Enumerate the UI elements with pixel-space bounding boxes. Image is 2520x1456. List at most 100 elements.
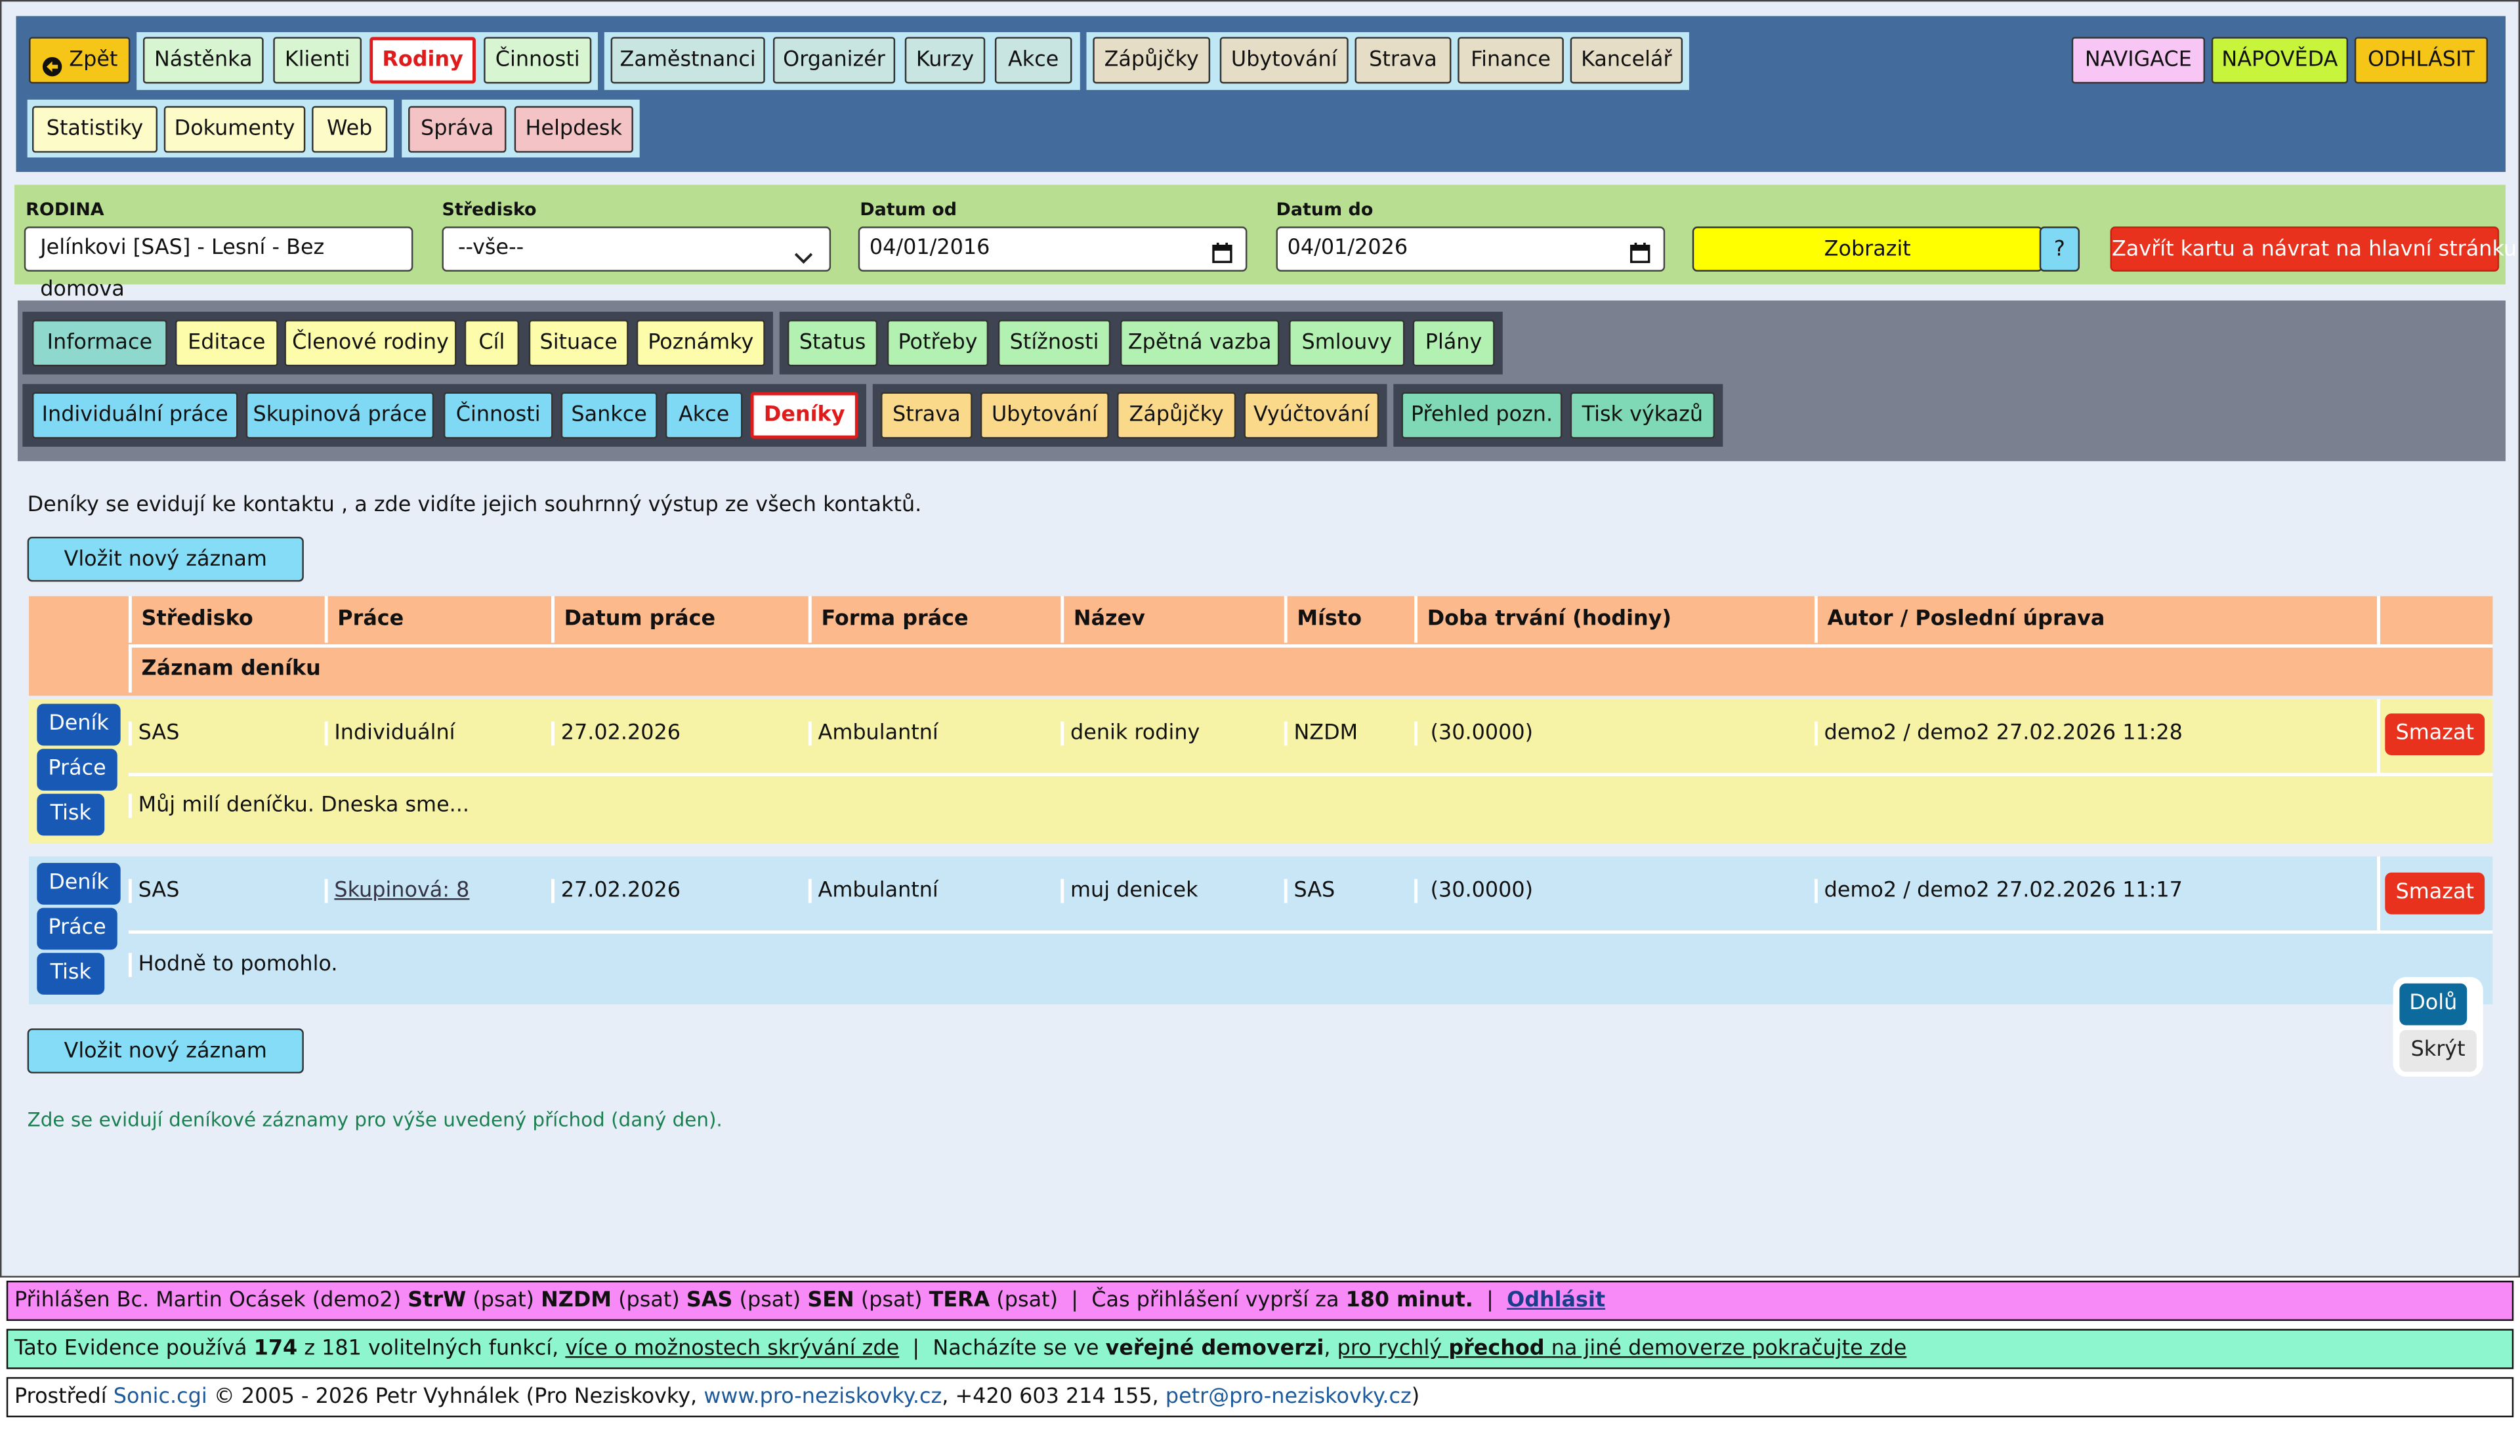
nav-web[interactable]: Web (312, 106, 388, 153)
tab-cil[interactable]: Cíl (464, 320, 520, 367)
tab-prehled-pozn[interactable]: Přehled pozn. (1401, 392, 1563, 439)
th-misto: Místo (1284, 596, 1414, 643)
chevron-down-icon (794, 241, 813, 283)
tab-poznamky[interactable]: Poznámky (636, 320, 765, 367)
rodina-field[interactable]: Jelínkovi [SAS] - Lesní - Bez domova (24, 226, 413, 302)
features-footer: Tato Evidence používá 174 z 181 voliteln… (6, 1329, 2514, 1369)
napoveda-button[interactable]: NÁPOVĚDA (2211, 37, 2348, 84)
help-button[interactable]: ? (2039, 226, 2080, 272)
cell-zaznam: Hodně to pomohlo. (128, 953, 2379, 977)
row-tisk-button[interactable]: Tisk (37, 793, 105, 836)
th-actions (2377, 596, 2492, 646)
tab-plany[interactable]: Plány (1412, 320, 1495, 367)
add-record-button-bottom[interactable]: Vložit nový záznam (27, 1028, 304, 1073)
cell-doba: (30.0000) (1414, 879, 1815, 904)
th-stredisko: Středisko (128, 596, 325, 643)
zobrazit-button[interactable]: Zobrazit (1692, 226, 2043, 272)
delete-button[interactable]: Smazat (2385, 713, 2485, 756)
logout-link[interactable]: Odhlásit (1507, 1289, 1605, 1313)
diary-table: Středisko Práce Datum práce Forma práce … (29, 596, 2493, 1005)
nav-dokumenty[interactable]: Dokumenty (163, 106, 306, 153)
tab-group-services: Strava Ubytování Zápůjčky Vyúčtování (872, 384, 1387, 447)
nav-rodiny[interactable]: Rodiny (369, 37, 476, 84)
stredisko-select[interactable]: --vše-- (442, 226, 831, 272)
features-count: 174 (253, 1337, 298, 1362)
nav-nastenka[interactable]: Nástěnka (142, 37, 264, 84)
tab-stiznosti[interactable]: Stížnosti (998, 320, 1111, 367)
website-link[interactable]: www.pro-neziskovky.cz (704, 1385, 942, 1409)
tabs-panel: Informace Editace Členové rodiny Cíl Sit… (17, 300, 2506, 461)
logged-user: Přihlášen Bc. Martin Ocásek (demo2) (14, 1289, 402, 1313)
scroll-down-button[interactable]: Dolů (2399, 983, 2468, 1026)
sonic-link[interactable]: Sonic.cgi (114, 1385, 207, 1409)
login-footer: Přihlášen Bc. Martin Ocásek (demo2) StrW… (6, 1280, 2514, 1321)
nav-cinnosti[interactable]: Činnosti (484, 37, 592, 84)
nav-zamestnanci[interactable]: Zaměstnanci (610, 37, 765, 84)
tab-smlouvy[interactable]: Smlouvy (1289, 320, 1405, 367)
switch-demo-link[interactable]: pro rychlý přechod na jiné demoverze pok… (1337, 1337, 1907, 1362)
row-denik-button[interactable]: Deník (37, 703, 121, 746)
row-prace-button[interactable]: Práce (37, 749, 117, 791)
tab-deniky[interactable]: Deníky (750, 392, 858, 439)
nav-finance[interactable]: Finance (1458, 37, 1564, 84)
env-text: Prostředí (14, 1385, 107, 1409)
datum-do-field[interactable]: 04/01/2026 (1276, 226, 1666, 272)
row-prace-button[interactable]: Práce (37, 907, 117, 950)
nav-ubytovani[interactable]: Ubytování (1219, 37, 1349, 84)
tab-sankce[interactable]: Sankce (560, 392, 658, 439)
back-label: Zpět (69, 48, 118, 73)
role-perm: (psat) (860, 1289, 923, 1313)
tab-potreby[interactable]: Potřeby (887, 320, 989, 367)
tab-informace[interactable]: Informace (32, 320, 167, 367)
tab-editace[interactable]: Editace (175, 320, 278, 367)
nav-organizer[interactable]: Organizér (772, 37, 896, 84)
email-link[interactable]: petr@pro-neziskovky.cz (1166, 1385, 1412, 1409)
tab-status[interactable]: Status (788, 320, 878, 367)
datum-od-field[interactable]: 04/01/2016 (858, 226, 1248, 272)
tab-cinnosti[interactable]: Činnosti (443, 392, 553, 439)
tab-vyuctovani[interactable]: Vyúčtování (1244, 392, 1379, 439)
th-doba: Doba trvání (hodiny) (1414, 596, 1815, 643)
nav-kurzy[interactable]: Kurzy (904, 37, 986, 84)
nav-sprava[interactable]: Správa (408, 106, 507, 153)
filter-bar: RODINA Jelínkovi [SAS] - Lesní - Bez dom… (14, 184, 2517, 302)
tab-clenove-rodiny[interactable]: Členové rodiny (284, 320, 457, 367)
tab-ubytovani[interactable]: Ubytování (980, 392, 1109, 439)
navigace-button[interactable]: NAVIGACE (2071, 37, 2206, 84)
add-record-button[interactable]: Vložit nový záznam (27, 536, 304, 582)
nav-klienti[interactable]: Klienti (273, 37, 362, 84)
datum-do-value: 04/01/2026 (1287, 236, 1408, 260)
tab-tisk-vykazu[interactable]: Tisk výkazů (1570, 392, 1715, 439)
cell-prace-link[interactable]: Skupinová: 8 (324, 879, 551, 904)
nav-akce[interactable]: Akce (994, 37, 1072, 84)
nav-group-staff: Zaměstnanci Organizér Kurzy Akce (604, 31, 1080, 91)
row-tisk-button[interactable]: Tisk (37, 953, 105, 995)
tab-strava[interactable]: Strava (881, 392, 973, 439)
hide-widget-button[interactable]: Skrýt (2399, 1030, 2477, 1072)
nav-helpdesk[interactable]: Helpdesk (514, 106, 633, 153)
nav-kancelar[interactable]: Kancelář (1570, 37, 1683, 84)
datum-od-label: Datum od (860, 199, 957, 220)
nav-statistiky[interactable]: Statistiky (32, 106, 158, 153)
close-card-button[interactable]: Zavřít kartu a návrat na hlavní stránku (2110, 226, 2517, 272)
row-denik-button[interactable]: Deník (37, 863, 121, 905)
rodina-value: Jelínkovi [SAS] - Lesní - Bez domova (40, 236, 325, 302)
tab-situace[interactable]: Situace (528, 320, 629, 367)
tab-group-print: Přehled pozn. Tisk výkazů (1393, 384, 1723, 447)
delete-button[interactable]: Smazat (2385, 872, 2485, 915)
nav-zapujcky[interactable]: Zápůjčky (1093, 37, 1211, 84)
back-button[interactable]: Zpět (29, 37, 131, 84)
tab-group-work: Individuální práce Skupinová práce Činno… (22, 384, 867, 447)
nav-strava[interactable]: Strava (1354, 37, 1452, 84)
hiding-info-link[interactable]: více o možnostech skrývání zde (565, 1337, 899, 1362)
th-forma: Forma práce (808, 596, 1060, 643)
tab-zpetna-vazba[interactable]: Zpětná vazba (1120, 320, 1280, 367)
tab-zapujcky[interactable]: Zápůjčky (1117, 392, 1236, 439)
tab-akce[interactable]: Akce (665, 392, 743, 439)
tab-skupinova-prace[interactable]: Skupinová práce (245, 392, 434, 439)
tab-group-info: Informace Editace Členové rodiny Cíl Sit… (22, 312, 773, 375)
circle-arrow-left-icon (42, 50, 63, 93)
tab-individualni-prace[interactable]: Individuální práce (32, 392, 238, 439)
odhlasit-button[interactable]: ODHLÁSIT (2354, 37, 2488, 84)
intro-text: Deníky se evidují ke kontaktu , a zde vi… (27, 493, 922, 518)
